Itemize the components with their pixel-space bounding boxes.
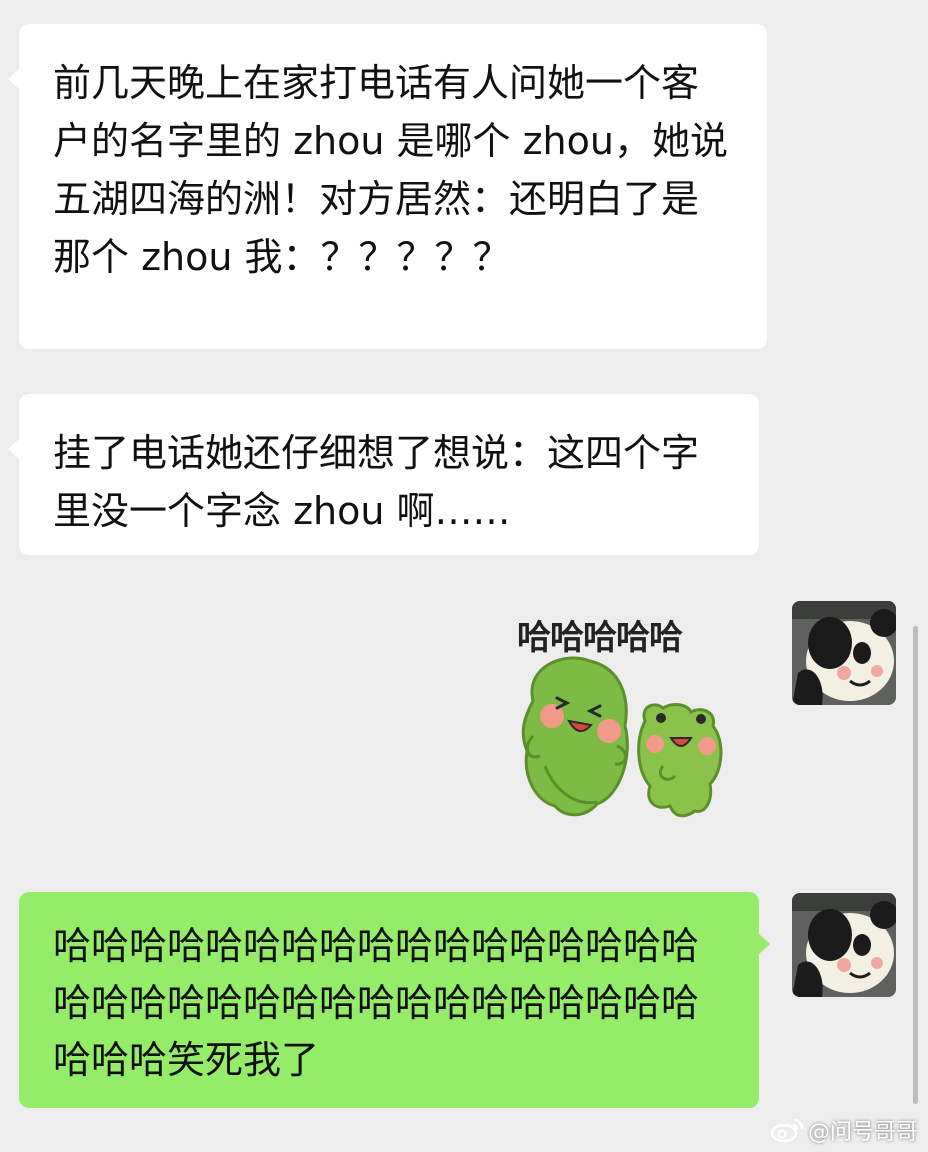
incoming-message-bubble[interactable]: 前几天晚上在家打电话有人问她一个客户的名字里的 zhou 是哪个 zhou，她说… — [8, 24, 767, 349]
panda-avatar-icon[interactable] — [792, 601, 896, 705]
message-text: 前几天晚上在家打电话有人问她一个客户的名字里的 zhou 是哪个 zhou，她说… — [53, 61, 728, 279]
weibo-icon — [770, 1118, 804, 1143]
incoming-message-bubble[interactable]: 挂了电话她还仔细想了想说：这四个字里没一个字念 zhou 啊…… — [8, 394, 759, 555]
message-text: 挂了电话她还仔细想了想说：这四个字里没一个字念 zhou 啊…… — [53, 431, 700, 533]
watermark-text: @问号哥哥 — [807, 1120, 918, 1145]
panda-avatar-icon[interactable] — [792, 893, 896, 997]
scrollbar[interactable] — [913, 626, 918, 1104]
watermark: @问号哥哥 — [770, 1114, 918, 1146]
outgoing-message-bubble[interactable]: 哈哈哈哈哈哈哈哈哈哈哈哈哈哈哈哈哈哈哈哈哈哈哈哈哈哈哈哈哈哈哈哈哈哈哈哈哈笑死我… — [19, 892, 770, 1108]
sticker-caption: 哈哈哈哈哈 — [517, 618, 683, 658]
laughing-frogs-sticker[interactable]: 哈哈哈哈哈 — [505, 606, 740, 831]
message-text: 哈哈哈哈哈哈哈哈哈哈哈哈哈哈哈哈哈哈哈哈哈哈哈哈哈哈哈哈哈哈哈哈哈哈哈哈哈笑死我… — [53, 924, 700, 1082]
chat-view: 前几天晚上在家打电话有人问她一个客户的名字里的 zhou 是哪个 zhou，她说… — [0, 0, 928, 1152]
